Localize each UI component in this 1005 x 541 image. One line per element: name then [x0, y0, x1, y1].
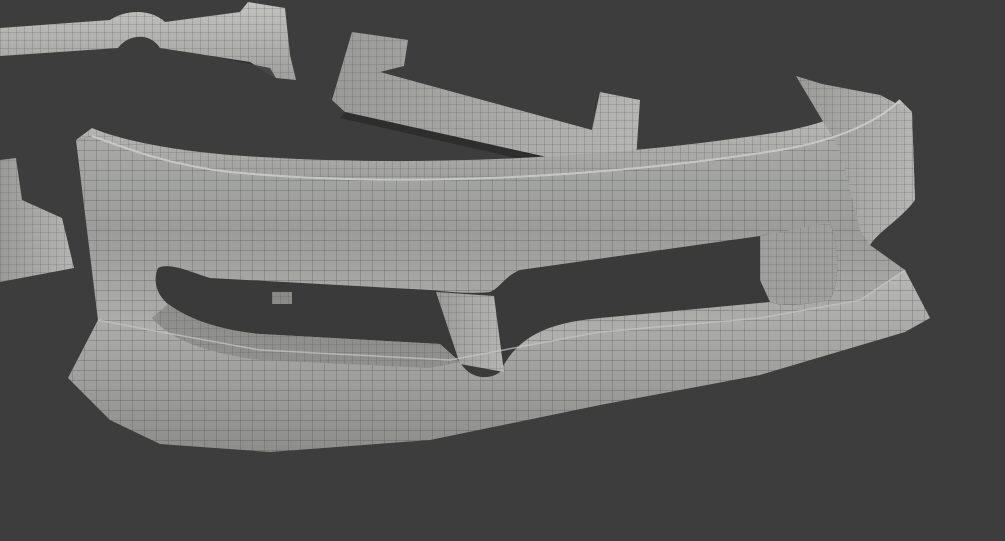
- left-fender-piece[interactable]: [0, 158, 74, 282]
- rear-bumper-piece[interactable]: [0, 2, 296, 80]
- 3d-viewport[interactable]: [0, 0, 1005, 541]
- wireframe-render: [0, 2, 930, 452]
- side-skirt-piece[interactable]: [332, 32, 640, 168]
